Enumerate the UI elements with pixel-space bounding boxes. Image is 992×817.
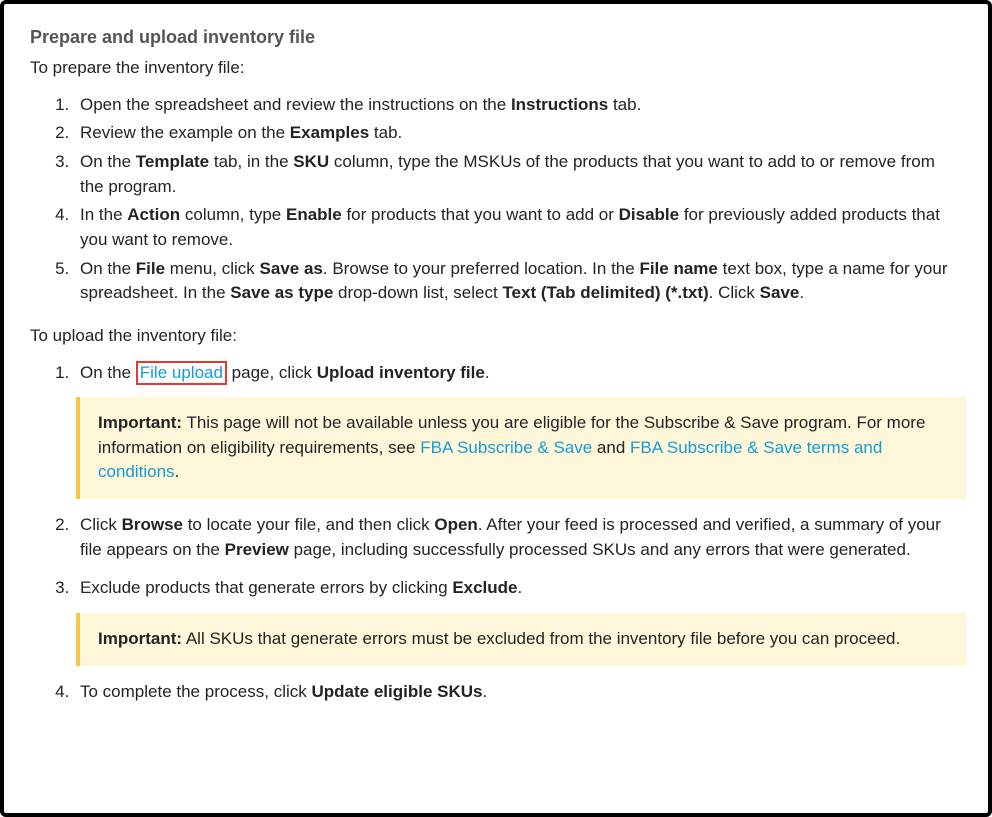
bold-text: SKU (293, 152, 329, 171)
bold-text: Template (136, 152, 209, 171)
text: Open the spreadsheet and review the inst… (80, 95, 511, 114)
upload-intro: To upload the inventory file: (30, 324, 962, 349)
text: menu, click (165, 259, 259, 278)
fba-subscribe-save-link[interactable]: FBA Subscribe & Save (420, 438, 592, 457)
important-label: Important: (98, 413, 182, 432)
text: Review the example on the (80, 123, 290, 142)
bold-text: Open (434, 515, 477, 534)
prepare-step-5: On the File menu, click Save as. Browse … (74, 257, 962, 306)
prepare-step-1: Open the spreadsheet and review the inst… (74, 93, 962, 118)
text: page, including successfully processed S… (289, 540, 911, 559)
bold-text: Update eligible SKUs (311, 682, 482, 701)
text: All SKUs that generate errors must be ex… (182, 629, 900, 648)
section-title: Prepare and upload inventory file (30, 24, 962, 50)
text: and (592, 438, 630, 457)
upload-step-1: On the File upload page, click Upload in… (74, 361, 962, 500)
prepare-step-3: On the Template tab, in the SKU column, … (74, 150, 962, 199)
bold-text: Enable (286, 205, 342, 224)
bold-text: Exclude (452, 578, 517, 597)
text: tab. (369, 123, 402, 142)
prepare-step-4: In the Action column, type Enable for pr… (74, 203, 962, 252)
bold-text: Save (760, 283, 800, 302)
bold-text: Action (127, 205, 180, 224)
bold-text: File name (639, 259, 717, 278)
text: to locate your file, and then click (183, 515, 434, 534)
text: On the (80, 259, 136, 278)
prepare-step-2: Review the example on the Examples tab. (74, 121, 962, 146)
bold-text: Preview (225, 540, 289, 559)
text: In the (80, 205, 127, 224)
upload-step-4: To complete the process, click Update el… (74, 680, 962, 705)
text: . Browse to your preferred location. In … (323, 259, 640, 278)
bold-text: Instructions (511, 95, 608, 114)
text: . (485, 363, 490, 382)
bold-text: Examples (290, 123, 369, 142)
text: for products that you want to add or (342, 205, 619, 224)
text: . (518, 578, 523, 597)
text: . (175, 462, 180, 481)
text: tab, in the (209, 152, 293, 171)
bold-text: Browse (122, 515, 183, 534)
bold-text: Save as type (230, 283, 333, 302)
bold-text: Upload inventory file (317, 363, 485, 382)
important-callout-exclude: Important: All SKUs that generate errors… (76, 613, 966, 666)
text: Exclude products that generate errors by… (80, 578, 452, 597)
upload-step-3: Exclude products that generate errors by… (74, 576, 962, 665)
important-callout-eligibility: Important: This page will not be availab… (76, 397, 966, 499)
text: To complete the process, click (80, 682, 311, 701)
prepare-intro: To prepare the inventory file: (30, 56, 962, 81)
important-label: Important: (98, 629, 182, 648)
text: On the (80, 363, 136, 382)
text: . (482, 682, 487, 701)
text: On the (80, 152, 136, 171)
text: Click (80, 515, 122, 534)
text: tab. (608, 95, 641, 114)
text: drop-down list, select (333, 283, 502, 302)
callout-text: Important: This page will not be availab… (98, 411, 948, 485)
prepare-steps: Open the spreadsheet and review the inst… (30, 93, 962, 306)
upload-step-2: Click Browse to locate your file, and th… (74, 513, 962, 562)
text: column, type (180, 205, 286, 224)
text: . (799, 283, 804, 302)
text: page, click (227, 363, 317, 382)
bold-text: Text (Tab delimited) (*.txt) (502, 283, 708, 302)
bold-text: Save as (260, 259, 323, 278)
file-upload-link[interactable]: File upload (136, 361, 227, 385)
bold-text: Disable (619, 205, 679, 224)
text: . Click (709, 283, 760, 302)
bold-text: File (136, 259, 165, 278)
callout-text: Important: All SKUs that generate errors… (98, 627, 948, 652)
upload-steps: On the File upload page, click Upload in… (30, 361, 962, 705)
